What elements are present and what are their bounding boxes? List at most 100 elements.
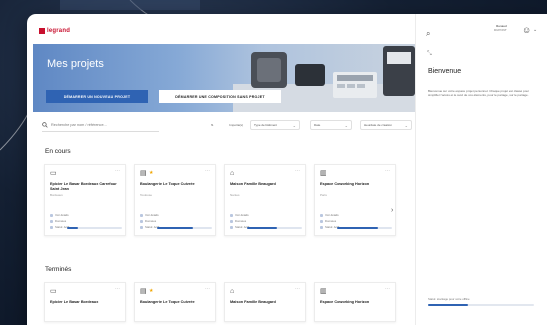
logo-mark-icon [39, 28, 45, 34]
filter-label: Date [314, 123, 321, 127]
new-project-button[interactable]: DÉMARRER UN NOUVEAU PROJET [46, 90, 148, 103]
meta-text: Données [55, 219, 67, 223]
project-location: Bordeaux [50, 193, 63, 197]
hero-banner: Mes projets DÉMARRER UN NOUVEAU PROJET D… [33, 44, 415, 112]
project-card[interactable]: ▤ ★ ⋯ Boulangerie Le Toque Cuivrée Toulo… [134, 164, 216, 236]
meta-text: Données [145, 219, 157, 223]
meta-text: Voir détails [145, 213, 159, 217]
in-progress-cards: ▭ ⋯ Epicier Le Basar Bordeaux Carrefour … [44, 164, 414, 242]
project-meta: Données [50, 219, 66, 223]
progress-fill [247, 227, 278, 229]
house-icon: ⌂ [230, 170, 235, 177]
chevron-down-icon: ⌄ [404, 122, 408, 128]
search-filter-row: ⇅ Importé(s) Type de bâtiment ⌄ Date ⌄ H… [42, 118, 412, 132]
progress-fill [157, 227, 193, 229]
project-meta: Voir détails [230, 213, 249, 217]
project-meta: Données [140, 219, 156, 223]
creation-date-filter[interactable]: Heurdate de création ⌄ [360, 120, 412, 130]
house-icon: ⌂ [230, 288, 235, 295]
storage-progress-fill [428, 304, 469, 306]
project-location: Nantes [230, 193, 240, 197]
composition-without-project-button[interactable]: DÉMARRER UNE COMPOSITION SANS PROJET [159, 90, 281, 103]
more-options-icon[interactable]: ⋯ [295, 168, 300, 174]
project-progress-bar [67, 227, 122, 229]
project-location: Toulouse [140, 193, 153, 197]
more-options-icon[interactable]: ⋯ [385, 168, 390, 174]
project-card[interactable]: ⌂ ⋯ Maison Famille Beaugard Nantes Voir … [224, 164, 306, 236]
chevron-down-icon: ⌄ [344, 122, 348, 128]
shop-icon: ▭ [50, 288, 57, 295]
meta-icon [140, 219, 143, 223]
meta-text: Données [235, 219, 247, 223]
project-name: Boulangerie Le Toque Cuivrée [140, 300, 195, 304]
storage-progress-bar [428, 304, 534, 306]
page-title: Mes projets [47, 58, 104, 70]
building-icon: ▥ [320, 288, 327, 295]
brand-logo[interactable]: legrand [39, 28, 70, 34]
meta-icon [320, 219, 323, 223]
star-icon[interactable]: ★ [149, 288, 153, 294]
meta-text: Voir détails [55, 213, 69, 217]
project-meta: Voir détails [140, 213, 159, 217]
calendar-icon: ▤ [140, 288, 147, 295]
meta-icon [50, 219, 53, 223]
user-avatar-icon[interactable]: ☺ [522, 25, 531, 35]
meta-icon [230, 213, 233, 217]
meta-icon [230, 225, 233, 229]
building-type-filter[interactable]: Type de bâtiment ⌄ [250, 120, 300, 130]
app-window: legrand Mes projets DÉMARRER UN NOUVEAU … [27, 14, 547, 325]
project-meta: Voir détails [50, 213, 69, 217]
more-options-icon[interactable]: ⋯ [385, 286, 390, 292]
collapse-panel-icon[interactable]: ⤡ [427, 51, 432, 58]
meta-text: Voir détails [235, 213, 249, 217]
right-sidebar: ⌕ Renaud DUPONT ☺ ⌄ ⤡ Bienvenue Bienvenu… [415, 14, 547, 325]
welcome-text: Bienvenue sur votre espace projet person… [428, 89, 530, 98]
project-progress-bar [337, 227, 392, 229]
more-options-icon[interactable]: ⋯ [205, 286, 210, 292]
search-field[interactable] [42, 118, 159, 132]
project-card[interactable]: ▤ ★ ⋯ Boulangerie Le Toque Cuivrée [134, 282, 216, 322]
project-card[interactable]: ▭ ⋯ Epicier Le Basar Bordeaux [44, 282, 126, 322]
project-card[interactable]: ▥ ⋯ Espace Coworking Horizon [314, 282, 396, 322]
user-surname: DUPONT [494, 28, 507, 32]
more-options-icon[interactable]: ⋯ [115, 168, 120, 174]
project-name: Maison Famille Beaugard [230, 300, 276, 304]
project-location: Paris [320, 193, 327, 197]
meta-icon [50, 225, 53, 229]
project-card[interactable]: ▭ ⋯ Epicier Le Basar Bordeaux Carrefour … [44, 164, 126, 236]
chevron-right-icon[interactable]: › [391, 207, 393, 214]
building-icon: ▥ [320, 170, 327, 177]
top-bar: legrand [27, 14, 407, 44]
project-progress-bar [157, 227, 212, 229]
sort-icon: ⇅ [211, 123, 214, 127]
project-meta: Données [320, 219, 336, 223]
project-card[interactable]: ▥ ⋯ Espace Coworking Horizon Paris Voir … [314, 164, 396, 236]
filter-label: Heurdate de création [364, 123, 393, 127]
project-card[interactable]: ⌂ ⋯ Maison Famille Beaugard [224, 282, 306, 322]
meta-icon [320, 225, 323, 229]
logo-text: legrand [47, 28, 71, 34]
search-icon [42, 121, 48, 128]
project-name: Maison Famille Beaugard [230, 182, 276, 186]
chevron-down-icon: ⌄ [292, 122, 296, 128]
meta-text: Voir détails [325, 213, 339, 217]
search-icon[interactable]: ⌕ [426, 29, 430, 39]
more-options-icon[interactable]: ⋯ [295, 286, 300, 292]
more-options-icon[interactable]: ⋯ [205, 168, 210, 174]
project-name: Espace Coworking Horizon [320, 300, 370, 304]
meta-text: Données [325, 219, 337, 223]
meta-icon [230, 219, 233, 223]
chevron-down-icon[interactable]: ⌄ [533, 27, 537, 33]
more-options-icon[interactable]: ⋯ [115, 286, 120, 292]
sort-filter[interactable]: ⇅ Importé(s) [208, 120, 246, 130]
user-info[interactable]: Renaud DUPONT [494, 24, 507, 32]
welcome-title: Bienvenue [428, 68, 462, 75]
meta-icon [50, 213, 53, 217]
progress-fill [337, 227, 379, 229]
date-filter[interactable]: Date ⌄ [310, 120, 352, 130]
progress-fill [67, 227, 78, 229]
calendar-icon: ▤ [140, 170, 147, 177]
search-input[interactable] [51, 122, 151, 127]
shop-icon: ▭ [50, 170, 57, 177]
star-icon[interactable]: ★ [149, 170, 153, 176]
